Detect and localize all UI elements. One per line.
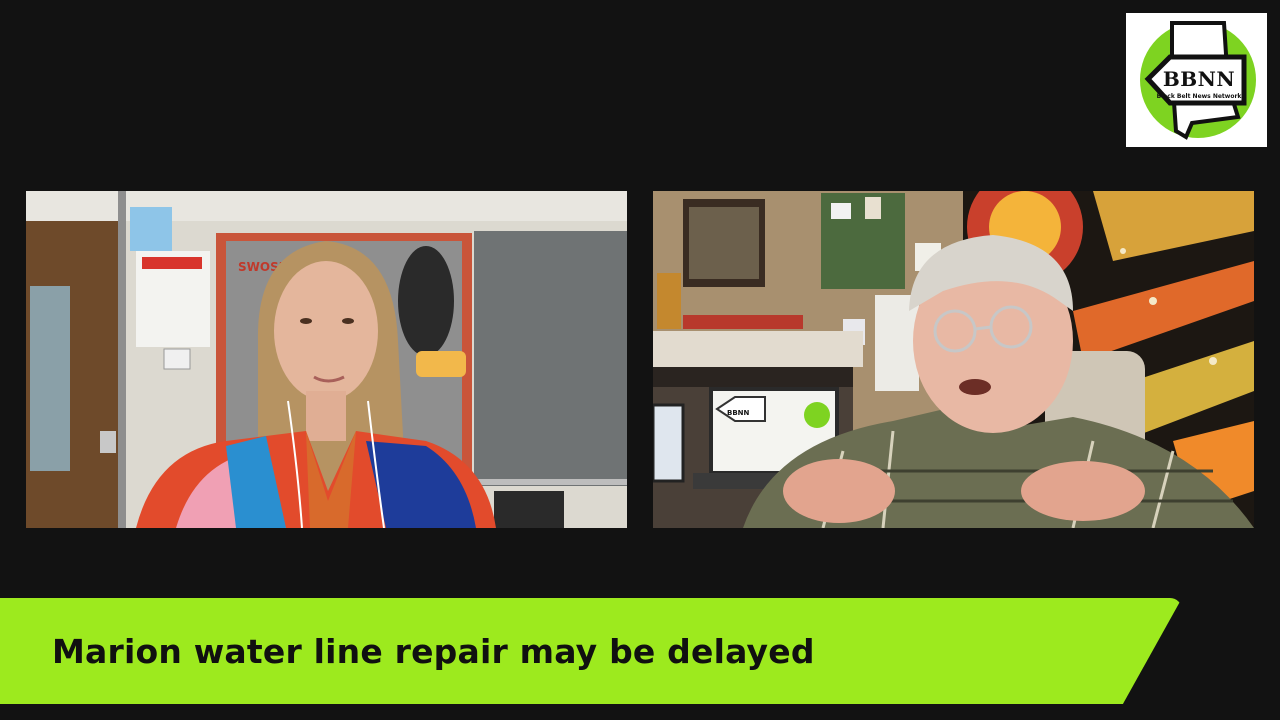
logo-name: BBNN (1162, 67, 1236, 91)
video-feed-guest: SWOSH (26, 191, 627, 528)
guest-video-scene: SWOSH (26, 191, 627, 528)
video-feed-host: BBNN (653, 191, 1254, 528)
lower-third-banner: Marion water line repair may be delayed (0, 598, 1182, 704)
logo-subtitle: Black Belt News Network (1156, 93, 1242, 100)
headline-text: Marion water line repair may be delayed (52, 632, 815, 671)
broadcast-stage: BBNN Black Belt News Network SWOSH BBNN … (0, 0, 1280, 720)
bbnn-logo: BBNN Black Belt News Network (1126, 13, 1267, 147)
laptop-screen-logo: BBNN (727, 409, 750, 417)
host-video-scene: BBNN (653, 191, 1254, 528)
